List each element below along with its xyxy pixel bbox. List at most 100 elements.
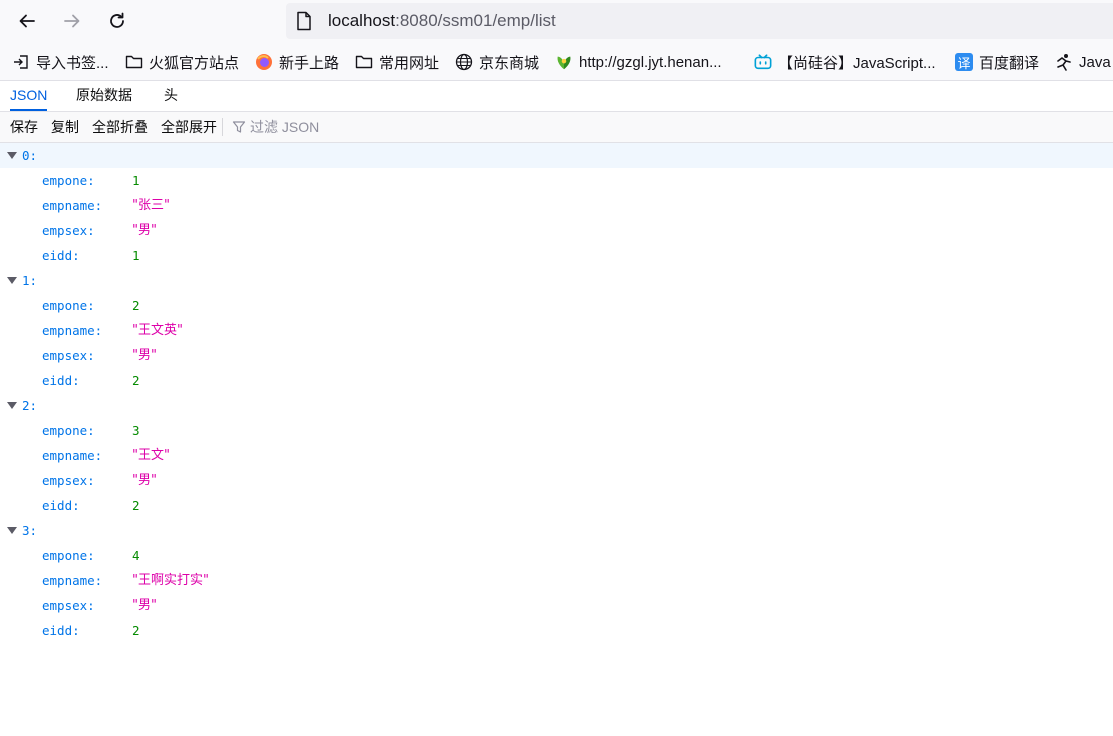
filter-placeholder: 过滤 JSON [250,119,320,135]
json-field-row[interactable]: eidd: 2 [0,618,1113,643]
bookmark-jd[interactable]: 京东商城 [455,51,539,73]
json-string-value: "男" [132,473,157,488]
bookmark-label: 百度翻译 [979,54,1040,72]
json-field-row[interactable]: empname: "王文英" [0,318,1113,343]
json-object-row[interactable]: 2: [0,393,1113,418]
firefox-icon [255,53,273,71]
reload-button[interactable] [102,6,132,36]
json-object-row[interactable]: 3: [0,518,1113,543]
page-icon [296,11,312,35]
json-key: eidd: [42,623,80,638]
bookmark-label: 常用网址 [379,54,440,72]
json-key: empname: [42,323,103,338]
reload-icon [110,12,124,28]
json-string-value: "男" [132,598,157,613]
address-bar[interactable]: localhost:8080/ssm01/emp/list [286,3,1113,39]
expand-all-button[interactable]: 全部展开 [161,112,217,142]
json-field-row[interactable]: empone: 2 [0,293,1113,318]
json-key: empone: [42,548,95,563]
expand-toggle-icon[interactable] [7,402,17,409]
json-string-value: "王文英" [132,323,183,338]
json-key: eidd: [42,373,80,388]
translate-icon: 译 [955,53,973,72]
json-number-value: 2 [132,373,140,388]
json-index-label: 0: [22,148,38,163]
json-number-value: 3 [132,423,140,438]
site-icon [555,53,573,71]
url-text[interactable]: localhost:8080/ssm01/emp/list [328,10,556,32]
json-field-row[interactable]: empsex: "男" [0,343,1113,368]
json-string-value: "张三" [132,198,170,213]
bookmark-getting-started[interactable]: 新手上路 [255,51,339,73]
json-number-value: 2 [132,298,140,313]
json-number-value: 1 [132,248,140,263]
json-key: empsex: [42,473,95,488]
json-toolbar: 保存 复制 全部折叠 全部展开 过滤 JSON [0,112,1113,143]
bookmark-label: 新手上路 [279,54,340,72]
json-string-value: "王文" [132,448,170,463]
tab-json[interactable]: JSON [10,81,48,111]
bookmark-baidu-translate[interactable]: 译 百度翻译 [955,51,1039,73]
json-key: empsex: [42,348,95,363]
expand-toggle-icon[interactable] [7,527,17,534]
json-key: eidd: [42,498,80,513]
folder-icon [125,53,143,71]
json-object-row[interactable]: 0: [0,143,1113,168]
filter-json-input[interactable]: 过滤 JSON [232,112,319,142]
tab-raw-data[interactable]: 原始数据 [76,81,132,111]
json-field-row[interactable]: empname: "张三" [0,193,1113,218]
url-path: :8080/ssm01/emp/list [395,11,556,30]
json-field-row[interactable]: empsex: "男" [0,468,1113,493]
json-number-value: 2 [132,498,140,513]
json-string-value: "男" [132,223,157,238]
bookmark-java[interactable]: Java [1055,51,1111,73]
bookmark-label: 火狐官方站点 [149,54,240,72]
viewer-tabs: JSON 原始数据 头 [0,81,1113,112]
json-number-value: 2 [132,623,140,638]
json-field-row[interactable]: eidd: 2 [0,493,1113,518]
import-icon [12,53,30,71]
bookmark-import[interactable]: 导入书签... [12,51,109,73]
json-key: empsex: [42,598,95,613]
json-field-row[interactable]: empname: "王文" [0,443,1113,468]
json-index-label: 3: [22,523,38,538]
json-key: eidd: [42,248,80,263]
filter-icon [232,121,246,133]
collapse-all-button[interactable]: 全部折叠 [92,112,148,142]
json-key: empone: [42,173,95,188]
json-index-label: 2: [22,398,38,413]
json-string-value: "男" [132,348,157,363]
json-field-row[interactable]: empone: 4 [0,543,1113,568]
json-field-row[interactable]: empsex: "男" [0,593,1113,618]
json-field-row[interactable]: empsex: "男" [0,218,1113,243]
json-key: empname: [42,448,103,463]
back-button[interactable] [12,6,42,36]
expand-toggle-icon[interactable] [7,277,17,284]
json-field-row[interactable]: eidd: 2 [0,368,1113,393]
tab-headers[interactable]: 头 [164,81,178,111]
bookmarks-toolbar: 导入书签... 火狐官方站点 新手上路 常用网址 京东商城 http://gzg… [0,42,1113,81]
json-key: empname: [42,573,103,588]
json-key: empsex: [42,223,95,238]
json-field-row[interactable]: eidd: 1 [0,243,1113,268]
folder-icon [355,53,373,71]
json-key: empname: [42,198,103,213]
expand-toggle-icon[interactable] [7,152,17,159]
bookmark-atguigu[interactable]: 【尚硅谷】JavaScript... [754,51,936,73]
back-arrow-icon [19,14,35,28]
json-field-row[interactable]: empone: 1 [0,168,1113,193]
save-button[interactable]: 保存 [10,112,38,142]
runner-icon [1055,53,1073,71]
json-object-row[interactable]: 1: [0,268,1113,293]
bookmark-gzgl[interactable]: http://gzgl.jyt.henan... [555,51,722,73]
bookmark-label: 导入书签... [36,54,109,72]
bilibili-icon [754,53,772,71]
toolbar-divider [222,118,223,136]
copy-button[interactable]: 复制 [51,112,79,142]
json-number-value: 4 [132,548,140,563]
json-field-row[interactable]: empone: 3 [0,418,1113,443]
bookmark-firefox-site[interactable]: 火狐官方站点 [125,51,239,73]
json-field-row[interactable]: empname: "王啊实打实" [0,568,1113,593]
forward-button[interactable] [57,6,87,36]
bookmark-common-sites[interactable]: 常用网址 [355,51,439,73]
